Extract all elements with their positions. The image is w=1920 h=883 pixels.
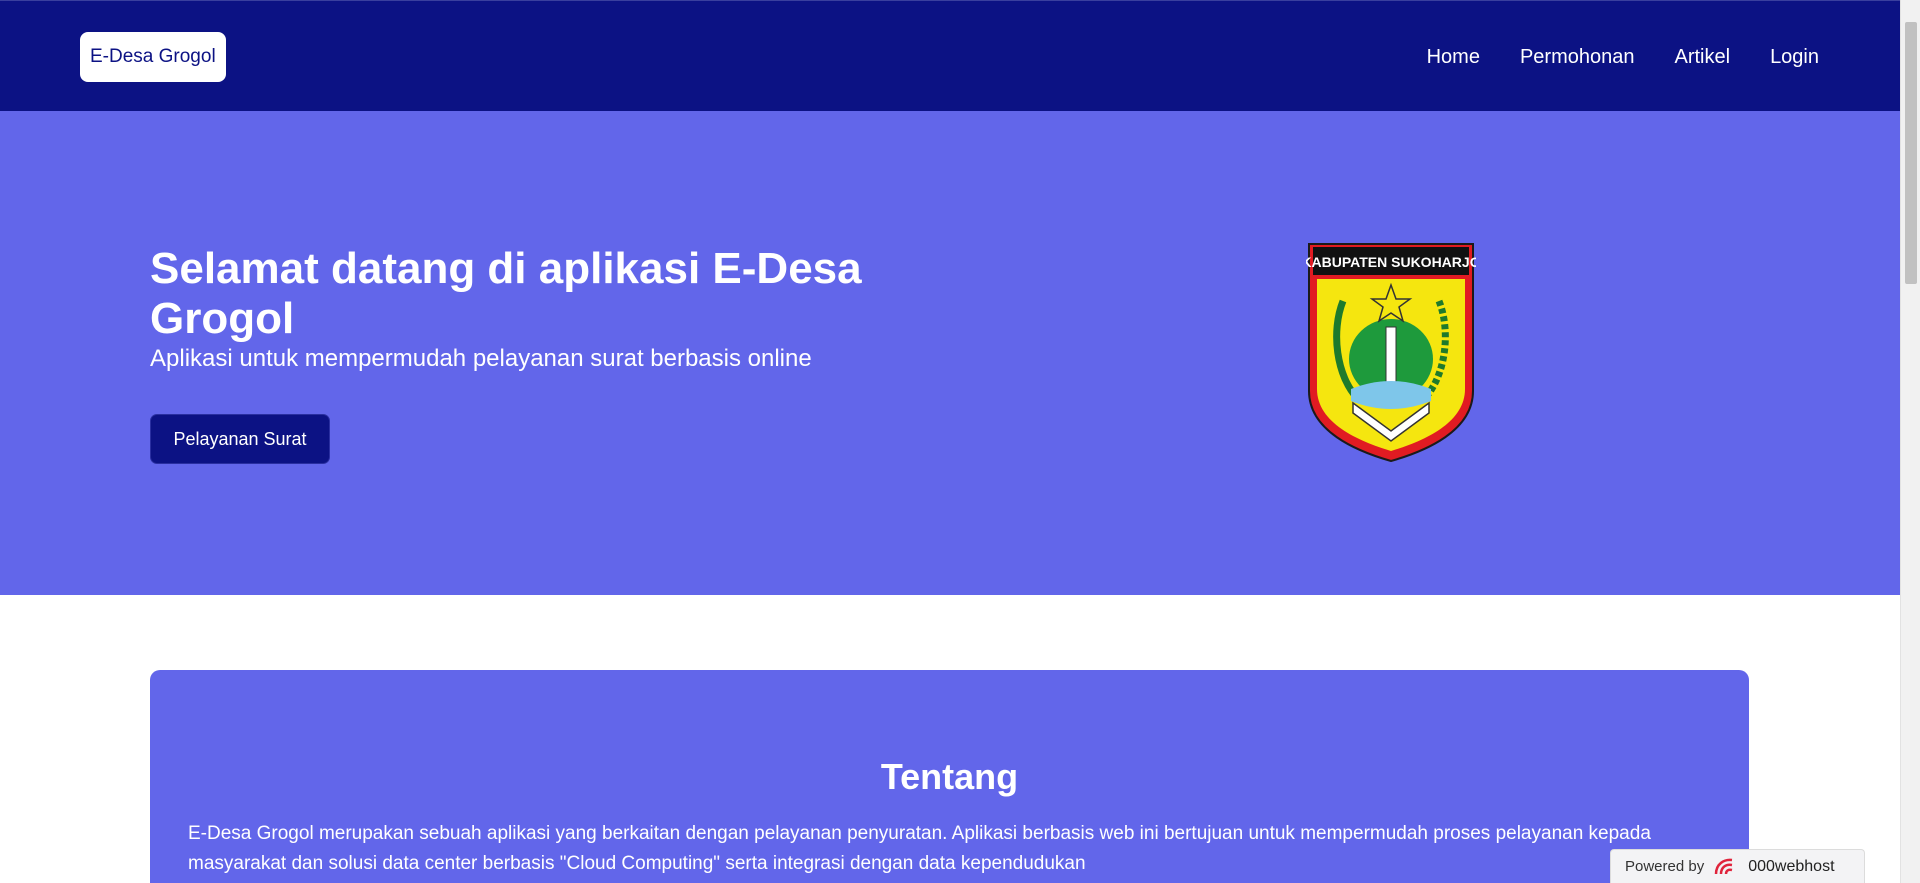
hero-title: Selamat datang di aplikasi E-Desa Grogol: [150, 244, 862, 343]
emblem-text: KABUPATEN SUKOHARJO: [1306, 254, 1476, 270]
about-text: E-Desa Grogol merupakan sebuah aplikasi …: [188, 823, 1651, 874]
page-scrollbar[interactable]: [1900, 0, 1920, 883]
kabupaten-sukoharjo-emblem: KABUPATEN SUKOHARJO: [1306, 243, 1476, 463]
powered-by-badge[interactable]: Powered by 000webhost: [1610, 849, 1865, 883]
webhost-logo-icon: [1712, 856, 1740, 878]
scrollbar-thumb[interactable]: [1905, 22, 1917, 284]
nav-link-home[interactable]: Home: [1427, 46, 1480, 69]
nav-link-login[interactable]: Login: [1770, 46, 1819, 69]
nav-links: Home Permohonan Artikel Login: [1427, 35, 1819, 79]
about-title: Tentang: [880, 756, 1019, 797]
nav-link-artikel[interactable]: Artikel: [1674, 46, 1730, 69]
webhost-name: 000webhost: [1748, 857, 1835, 875]
hero-section: Selamat datang di aplikasi E-Desa Grogol…: [0, 111, 1900, 595]
about-card: Tentang E-Desa Grogol merupakan sebuah a…: [150, 670, 1749, 883]
brand-logo-button[interactable]: E-Desa Grogol: [80, 32, 226, 82]
hero-subtitle: Aplikasi untuk mempermudah pelayanan sur…: [150, 345, 812, 372]
nav-link-permohonan[interactable]: Permohonan: [1520, 46, 1635, 69]
top-navbar: E-Desa Grogol Home Permohonan Artikel Lo…: [0, 0, 1900, 111]
powered-by-label: Powered by: [1625, 858, 1705, 875]
pelayanan-surat-button[interactable]: Pelayanan Surat: [150, 414, 330, 464]
